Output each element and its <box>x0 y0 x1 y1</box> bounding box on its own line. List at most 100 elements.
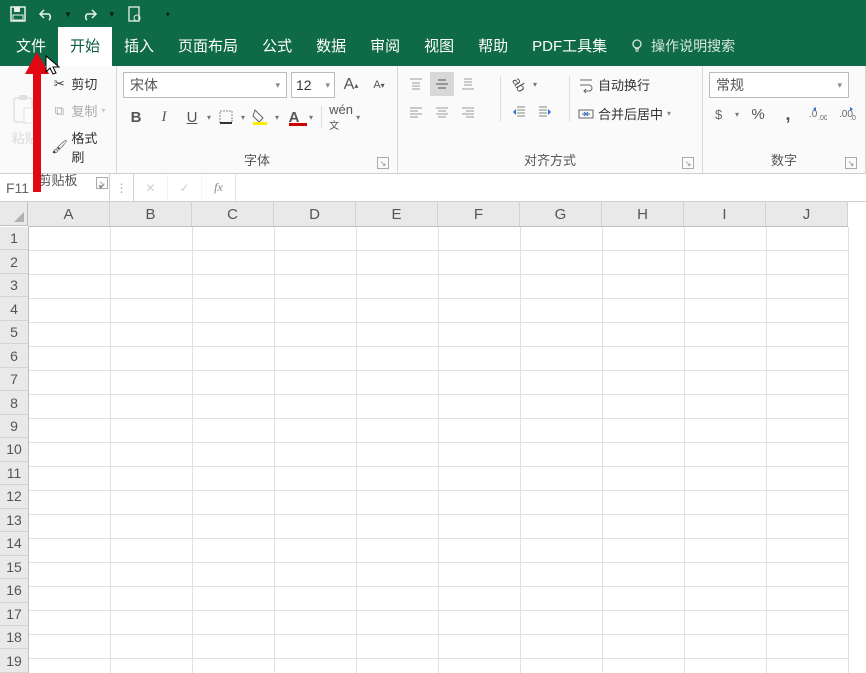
cell[interactable] <box>685 491 767 515</box>
row-header[interactable]: 18 <box>0 626 28 649</box>
cell[interactable] <box>193 635 275 659</box>
col-header[interactable]: H <box>602 202 684 226</box>
cell[interactable] <box>439 443 521 467</box>
cell[interactable] <box>603 299 685 323</box>
cell[interactable] <box>111 323 193 347</box>
increase-indent-button[interactable] <box>533 100 557 124</box>
cell[interactable] <box>29 371 111 395</box>
percent-button[interactable]: % <box>747 102 769 126</box>
cell[interactable] <box>275 251 357 275</box>
cell[interactable] <box>439 323 521 347</box>
cell[interactable] <box>439 659 521 673</box>
cell[interactable] <box>29 299 111 323</box>
cell[interactable] <box>357 491 439 515</box>
cell[interactable] <box>439 251 521 275</box>
row-header[interactable]: 17 <box>0 603 28 626</box>
orientation-button[interactable]: ab <box>507 72 531 96</box>
cell[interactable] <box>603 563 685 587</box>
cell[interactable] <box>521 563 603 587</box>
cell[interactable] <box>439 467 521 491</box>
cell[interactable] <box>111 515 193 539</box>
tab-review[interactable]: 审阅 <box>358 27 412 66</box>
cell[interactable] <box>275 275 357 299</box>
cell[interactable] <box>29 323 111 347</box>
row-header[interactable]: 13 <box>0 509 28 532</box>
increase-decimal-button[interactable]: .0.00 <box>807 102 829 126</box>
cell[interactable] <box>685 371 767 395</box>
cell[interactable] <box>439 635 521 659</box>
cell[interactable] <box>29 539 111 563</box>
cell[interactable] <box>685 635 767 659</box>
cell[interactable] <box>685 275 767 299</box>
number-launcher[interactable]: ↘ <box>845 157 857 169</box>
cell[interactable] <box>29 467 111 491</box>
cell[interactable] <box>521 659 603 673</box>
cell[interactable] <box>767 539 849 563</box>
save-button[interactable] <box>8 4 28 24</box>
decrease-decimal-button[interactable]: .00.0 <box>837 102 859 126</box>
cell[interactable] <box>767 251 849 275</box>
qat-customize-dropdown[interactable]: ▾ <box>166 10 170 19</box>
cell[interactable] <box>111 539 193 563</box>
cell[interactable] <box>193 659 275 673</box>
cell[interactable] <box>111 635 193 659</box>
format-painter-button[interactable]: 🖌 格式刷 <box>47 126 110 168</box>
cell[interactable] <box>767 323 849 347</box>
italic-button[interactable]: I <box>151 104 177 130</box>
cell[interactable] <box>275 467 357 491</box>
cell[interactable] <box>357 227 439 251</box>
paste-button[interactable]: 粘贴 <box>6 72 43 168</box>
shrink-font-button[interactable]: A▾ <box>367 73 391 97</box>
cell[interactable] <box>767 515 849 539</box>
decrease-indent-button[interactable] <box>507 100 531 124</box>
cell[interactable] <box>603 587 685 611</box>
cell[interactable] <box>439 395 521 419</box>
row-header[interactable]: 5 <box>0 321 28 344</box>
tab-help[interactable]: 帮助 <box>466 27 520 66</box>
cell[interactable] <box>685 395 767 419</box>
cell[interactable] <box>767 659 849 673</box>
cell[interactable] <box>439 515 521 539</box>
bold-button[interactable]: B <box>123 104 149 130</box>
cell[interactable] <box>767 395 849 419</box>
tell-me-search[interactable]: 操作说明搜索 <box>619 28 745 66</box>
cell[interactable] <box>193 251 275 275</box>
row-header[interactable]: 11 <box>0 462 28 485</box>
row-header[interactable]: 16 <box>0 579 28 602</box>
cell[interactable] <box>685 515 767 539</box>
cell[interactable] <box>275 563 357 587</box>
cell[interactable] <box>193 419 275 443</box>
cell[interactable] <box>29 587 111 611</box>
row-header[interactable]: 3 <box>0 274 28 297</box>
cell[interactable] <box>603 659 685 673</box>
tab-pdf-tools[interactable]: PDF工具集 <box>520 27 619 66</box>
row-header[interactable]: 19 <box>0 649 28 672</box>
cell[interactable] <box>685 323 767 347</box>
cell[interactable] <box>603 227 685 251</box>
cell[interactable] <box>439 347 521 371</box>
font-size-select[interactable]: 12 ▾ <box>291 72 335 98</box>
cell[interactable] <box>29 443 111 467</box>
row-header[interactable]: 4 <box>0 297 28 320</box>
cell[interactable] <box>521 635 603 659</box>
cell[interactable] <box>193 587 275 611</box>
col-header[interactable]: D <box>274 202 356 226</box>
cell[interactable] <box>357 659 439 673</box>
cell[interactable] <box>439 371 521 395</box>
row-header[interactable]: 10 <box>0 438 28 461</box>
cell[interactable] <box>193 299 275 323</box>
cell[interactable] <box>275 227 357 251</box>
cell[interactable] <box>357 563 439 587</box>
cell[interactable] <box>521 515 603 539</box>
cell[interactable] <box>275 443 357 467</box>
row-header[interactable]: 2 <box>0 250 28 273</box>
cell[interactable] <box>521 395 603 419</box>
grow-font-button[interactable]: A▴ <box>339 73 363 97</box>
row-header[interactable]: 7 <box>0 368 28 391</box>
cell[interactable] <box>521 371 603 395</box>
print-preview-button[interactable] <box>124 4 144 24</box>
cell[interactable] <box>521 347 603 371</box>
cell[interactable] <box>685 467 767 491</box>
col-header[interactable]: A <box>28 202 110 226</box>
cell[interactable] <box>685 539 767 563</box>
